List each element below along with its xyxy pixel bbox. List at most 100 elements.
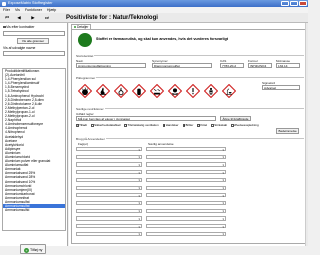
menu-help[interactable]: Hjælp xyxy=(47,8,56,12)
subject-select[interactable]: ▼ xyxy=(76,193,142,198)
substance-list[interactable]: Produktidentifikationsnr. (2)-Acetonitril… xyxy=(2,68,66,231)
usage-select[interactable]: ▼ xyxy=(146,231,226,237)
chevron-down-icon: ▼ xyxy=(222,233,225,237)
title-bar: ExposeMatrix Stoffregister xyxy=(0,0,308,7)
usage-select[interactable]: ▼ xyxy=(146,177,226,183)
app-icon xyxy=(2,1,6,6)
minimize-button[interactable] xyxy=(281,1,289,6)
assessment-button[interactable]: Bedømmelse xyxy=(276,128,300,134)
menu-view[interactable]: Vis xyxy=(15,8,20,12)
checkbox-label: Tilladt xyxy=(79,123,87,127)
subject-select[interactable]: ▼ xyxy=(76,208,142,214)
usage-select[interactable]: ▼ xyxy=(146,170,226,175)
last-record-button[interactable]: ⏭ xyxy=(44,15,50,21)
chevron-down-icon: ▼ xyxy=(222,217,225,221)
subject-select[interactable]: ▼ xyxy=(76,224,142,229)
subject-select[interactable]: ▼ xyxy=(76,154,142,159)
usage-select[interactable]: ▼ xyxy=(146,224,226,229)
molar-mass-field[interactable]: 132,14 xyxy=(276,63,300,68)
exclamation-pictogram-icon[interactable] xyxy=(185,83,201,99)
subject-select[interactable]: ▼ xyxy=(76,162,142,167)
pictogram-group-label: Piktogrammer xyxy=(76,76,97,80)
flame-over-circle-pictogram-icon[interactable] xyxy=(113,83,129,99)
checkbox-label: Stinkskab xyxy=(214,123,228,127)
chevron-down-icon: ▼ xyxy=(138,202,141,206)
maximize-button[interactable] xyxy=(290,1,298,6)
checkbox-label: Tilstrækkelig ventilation xyxy=(127,123,159,127)
corrosion-pictogram-icon[interactable] xyxy=(149,83,165,99)
chevron-down-icon: ▼ xyxy=(222,163,225,167)
skull-pictogram-icon[interactable] xyxy=(167,83,183,99)
chevron-down-icon: ▼ xyxy=(138,194,141,198)
subject-select[interactable]: ▼ xyxy=(76,200,142,206)
open-rule-button[interactable]: Åbne til ikrafttræde xyxy=(220,115,251,121)
usage-select[interactable]: ▼ xyxy=(146,147,226,152)
chevron-down-icon: ▼ xyxy=(138,217,141,221)
subject-select[interactable]: ▼ xyxy=(76,216,142,221)
synonym-field[interactable]: Diammoniumsulfat xyxy=(152,63,212,68)
subject-select[interactable]: ▼ xyxy=(76,170,142,175)
cas-field[interactable]: 7783-20-2 xyxy=(220,63,244,68)
subject-select[interactable]: ▼ xyxy=(76,147,142,152)
show-limits-button[interactable]: Vis alle grænser xyxy=(17,38,49,44)
name-field[interactable]: Ammoniumsulfatlosning xyxy=(76,63,146,68)
formula-field[interactable]: (NH4)2SO4 xyxy=(248,63,272,68)
toolbar: ⏮ ◀ ▶ ⏭ Positivliste for : Natur/Teknolo… xyxy=(0,13,308,23)
page-title: Positivliste for : Natur/Teknologi xyxy=(66,15,158,21)
detail-area: Detaljer Stoffet er farmaceutisk, og ska… xyxy=(69,23,308,246)
signal-word-select[interactable]: Advarsel xyxy=(262,85,300,90)
rule-checkbox[interactable]: ✓Tilladt xyxy=(76,123,87,127)
usage-select[interactable]: ▼ xyxy=(146,193,226,198)
checkbox-label: Briller xyxy=(185,123,194,127)
status-indicator-icon xyxy=(78,33,92,47)
previous-record-button[interactable]: ◀ xyxy=(16,15,22,21)
usage-select[interactable]: ▼ xyxy=(146,216,226,221)
filter-input[interactable] xyxy=(3,31,65,36)
usage-select[interactable]: ▼ xyxy=(146,208,226,213)
close-button[interactable] xyxy=(299,1,307,6)
exploding-bomb-pictogram-icon[interactable] xyxy=(77,83,93,99)
filter-option[interactable]: Vis efter kontrakter xyxy=(3,25,35,29)
rule-checkbox[interactable]: ✓Briller xyxy=(182,123,194,127)
environment-pictogram-icon[interactable] xyxy=(221,83,237,99)
gas-cylinder-pictogram-icon[interactable] xyxy=(131,83,147,99)
checkbox-label: Handsker xyxy=(165,123,179,127)
subject-select[interactable]: ▼ xyxy=(76,231,142,237)
rule-checkbox[interactable]: ✓Tilstrækkelig ventilation xyxy=(124,123,159,127)
first-record-button[interactable]: ⏮ xyxy=(4,15,10,21)
chevron-down-icon: ▼ xyxy=(138,171,141,175)
flame-pictogram-icon[interactable] xyxy=(95,83,111,99)
rule-checkbox[interactable]: ✓Handsker xyxy=(162,123,179,127)
usage-select[interactable]: ▼ xyxy=(146,185,226,190)
list-item[interactable]: Ammoniumsulfid xyxy=(3,208,65,212)
add-icon: + xyxy=(24,247,29,253)
chevron-down-icon: ▼ xyxy=(138,210,141,214)
search-input[interactable] xyxy=(3,51,65,56)
usage-select[interactable]: ▼ xyxy=(146,162,226,167)
rule-checkbox[interactable]: ✓Kittel xyxy=(197,123,207,127)
main-scrollbar[interactable] xyxy=(305,23,308,246)
chevron-down-icon: ▼ xyxy=(138,233,141,237)
rules-group-label: Særlige restriktioner xyxy=(76,107,105,111)
usage-select[interactable]: ▼ xyxy=(146,200,226,205)
chevron-down-icon: ▼ xyxy=(138,148,141,152)
usage-column-header: Særlig anvendelse xyxy=(148,142,174,146)
health-hazard-pictogram-icon[interactable] xyxy=(203,83,219,99)
chevron-down-icon: ▼ xyxy=(222,156,225,160)
chevron-down-icon: ▼ xyxy=(138,163,141,167)
menu-functions[interactable]: Funktioner xyxy=(25,8,42,12)
rule-checkbox[interactable]: Stinkskab xyxy=(211,123,227,127)
chevron-down-icon: ▼ xyxy=(222,225,225,229)
rule-checkbox[interactable]: Øvelsesvejledning xyxy=(231,123,259,127)
menu-file[interactable]: Filer xyxy=(3,8,10,12)
chevron-down-icon: ▼ xyxy=(222,179,225,183)
usage-group: Brug på Anvendelser Fag(er) Særlig anven… xyxy=(76,137,304,243)
subject-select[interactable]: ▼ xyxy=(76,177,142,182)
rule-checkbox[interactable]: Sikkerhedsdatablad xyxy=(91,123,120,127)
tab-status-icon xyxy=(74,26,76,28)
usage-select[interactable]: ▼ xyxy=(146,154,226,160)
subject-select[interactable]: ▼ xyxy=(76,185,142,190)
rules-group: Særlige restriktioner Udfald regler Må k… xyxy=(76,107,304,134)
rule-select[interactable]: Må kun benyttes af elever i gymnasiet xyxy=(76,116,216,121)
next-record-button[interactable]: ▶ xyxy=(30,15,36,21)
